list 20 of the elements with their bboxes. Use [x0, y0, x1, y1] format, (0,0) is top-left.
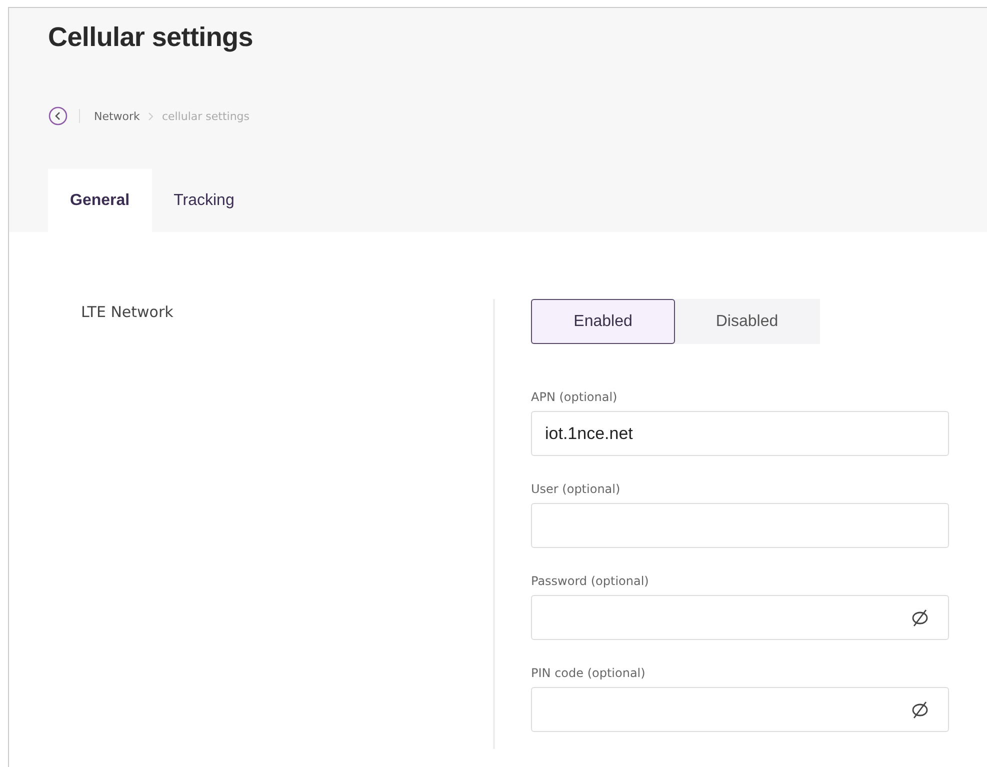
- chevron-icon: [148, 112, 154, 120]
- tab[interactable]: Tracking: [152, 169, 256, 232]
- toggle-option[interactable]: Disabled: [675, 299, 819, 344]
- tab[interactable]: General: [48, 169, 152, 232]
- input-field[interactable]: [531, 503, 949, 548]
- field-label: PIN code (optional): [531, 666, 646, 680]
- page-title: Cellular settings: [48, 21, 254, 53]
- section-label: LTE Network: [81, 303, 174, 321]
- hidden-eye-icon[interactable]: [910, 700, 930, 718]
- breadcrumb-link[interactable]: Network: [94, 110, 140, 122]
- breadcrumb-current: cellular settings: [162, 110, 250, 122]
- back-icon[interactable]: [48, 106, 68, 126]
- input-field[interactable]: iot.1nce.net: [531, 411, 949, 456]
- field-label: Password (optional): [531, 574, 650, 588]
- hidden-eye-icon[interactable]: [910, 608, 930, 626]
- input-field[interactable]: [531, 687, 949, 732]
- input-field[interactable]: [531, 595, 949, 640]
- field-label: APN (optional): [531, 390, 618, 404]
- toggle-option[interactable]: Enabled: [531, 299, 675, 344]
- field-label: User (optional): [531, 482, 622, 496]
